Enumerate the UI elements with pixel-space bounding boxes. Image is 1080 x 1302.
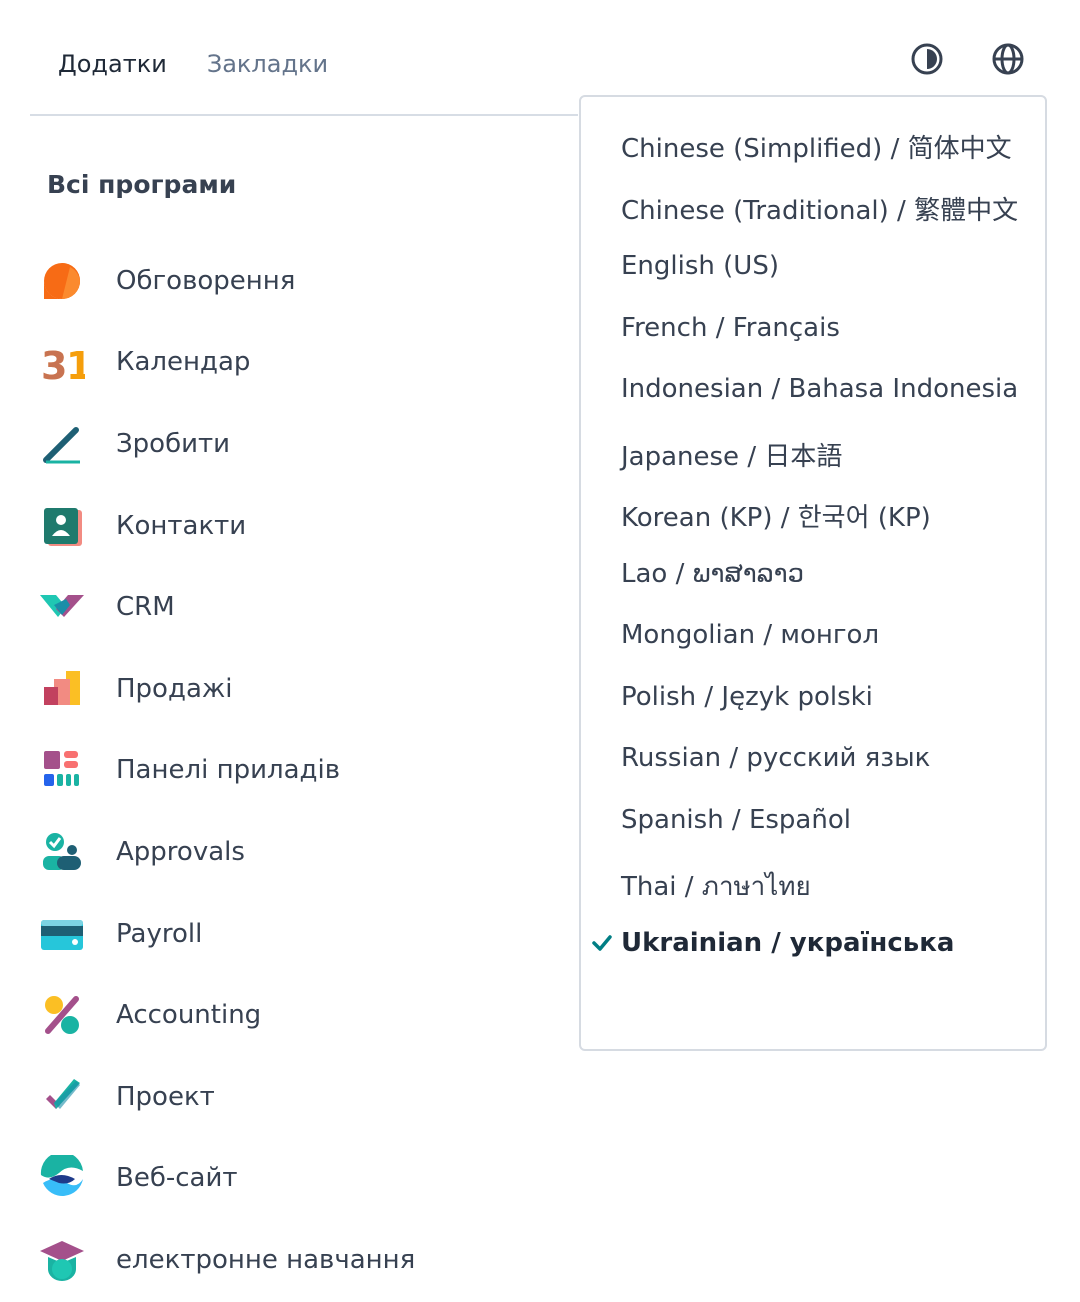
accounting-icon [38, 991, 86, 1039]
tab-apps[interactable]: Додатки [58, 50, 167, 78]
project-icon [38, 1073, 86, 1121]
app-item-website[interactable]: Веб-сайт [38, 1138, 558, 1220]
app-item-project[interactable]: Проект [38, 1056, 558, 1138]
svg-text:1: 1 [66, 344, 85, 385]
language-option[interactable]: Polish / Język polski [621, 682, 873, 712]
app-label: Approvals [116, 836, 245, 867]
app-item-elearning[interactable]: електронне навчання [38, 1219, 558, 1301]
contacts-icon [38, 502, 86, 550]
theme-toggle-icon [911, 43, 943, 75]
language-option[interactable]: Spanish / Español [621, 805, 851, 835]
app-item-discuss[interactable]: Обговорення [38, 240, 558, 322]
language-option[interactable]: Lao / ພາສາລາວ [621, 559, 804, 589]
elearning-icon [38, 1236, 86, 1284]
app-item-payroll[interactable]: Payroll [38, 893, 558, 975]
app-item-approvals[interactable]: Approvals [38, 811, 558, 893]
todo-icon [38, 420, 86, 468]
dashboards-icon [38, 746, 86, 794]
sales-icon [38, 665, 86, 713]
app-item-dashboards[interactable]: Панелі приладів [38, 730, 558, 812]
app-label: Панелі приладів [116, 755, 341, 786]
section-title: Всі програми [47, 170, 237, 199]
app-label: Payroll [116, 918, 203, 949]
top-tabs: Додатки Закладки [58, 44, 328, 84]
app-label: CRM [116, 592, 175, 623]
language-option[interactable]: Japanese / 日本語 [621, 436, 842, 473]
app-label: Календар [116, 347, 251, 378]
language-option[interactable]: Thai / ภาษาไทย [621, 866, 811, 907]
app-label: електронне навчання [116, 1244, 416, 1275]
app-label: Accounting [116, 1000, 262, 1031]
svg-text:3: 3 [41, 344, 67, 385]
globe-icon [992, 43, 1024, 75]
payroll-icon [38, 910, 86, 958]
language-dropdown: Chinese (Simplified) / 简体中文 Chinese (Tra… [579, 95, 1047, 1051]
app-item-sales[interactable]: Продажі [38, 648, 558, 730]
app-label: Зробити [116, 428, 231, 459]
language-option-selected[interactable]: Ukrainian / українська [621, 928, 954, 958]
language-option[interactable]: English (US) [621, 251, 779, 281]
approvals-icon [38, 828, 86, 876]
app-label: Веб-сайт [116, 1163, 238, 1194]
language-button[interactable] [991, 42, 1025, 76]
language-option[interactable]: Russian / русский язык [621, 743, 930, 773]
tabs-divider [30, 114, 578, 116]
language-option[interactable]: Chinese (Simplified) / 简体中文 [621, 128, 1012, 165]
website-icon [38, 1154, 86, 1202]
app-item-accounting[interactable]: Accounting [38, 974, 558, 1056]
discuss-icon [38, 257, 86, 305]
app-item-calendar[interactable]: 3 3 1 Календар [38, 322, 558, 404]
app-list: Обговорення 3 3 1 Календар Зробити Конта… [38, 240, 558, 1301]
crm-icon [38, 583, 86, 631]
theme-toggle-button[interactable] [910, 42, 944, 76]
language-option[interactable]: Indonesian / Bahasa Indonesia [621, 374, 1018, 404]
check-icon [592, 935, 612, 951]
language-option[interactable]: Mongolian / монгол [621, 620, 879, 650]
app-item-todo[interactable]: Зробити [38, 403, 558, 485]
app-item-crm[interactable]: CRM [38, 566, 558, 648]
app-label: Обговорення [116, 265, 296, 296]
app-label: Контакти [116, 510, 247, 541]
language-option[interactable]: French / Français [621, 313, 840, 343]
app-item-contacts[interactable]: Контакти [38, 485, 558, 567]
tab-bookmarks[interactable]: Закладки [207, 50, 328, 78]
app-label: Продажі [116, 673, 233, 704]
app-label: Проект [116, 1081, 215, 1112]
calendar-icon: 3 3 1 [38, 338, 86, 386]
language-option[interactable]: Korean (KP) / 한국어 (KP) [621, 497, 931, 534]
language-option[interactable]: Chinese (Traditional) / 繁體中文 [621, 190, 1018, 227]
